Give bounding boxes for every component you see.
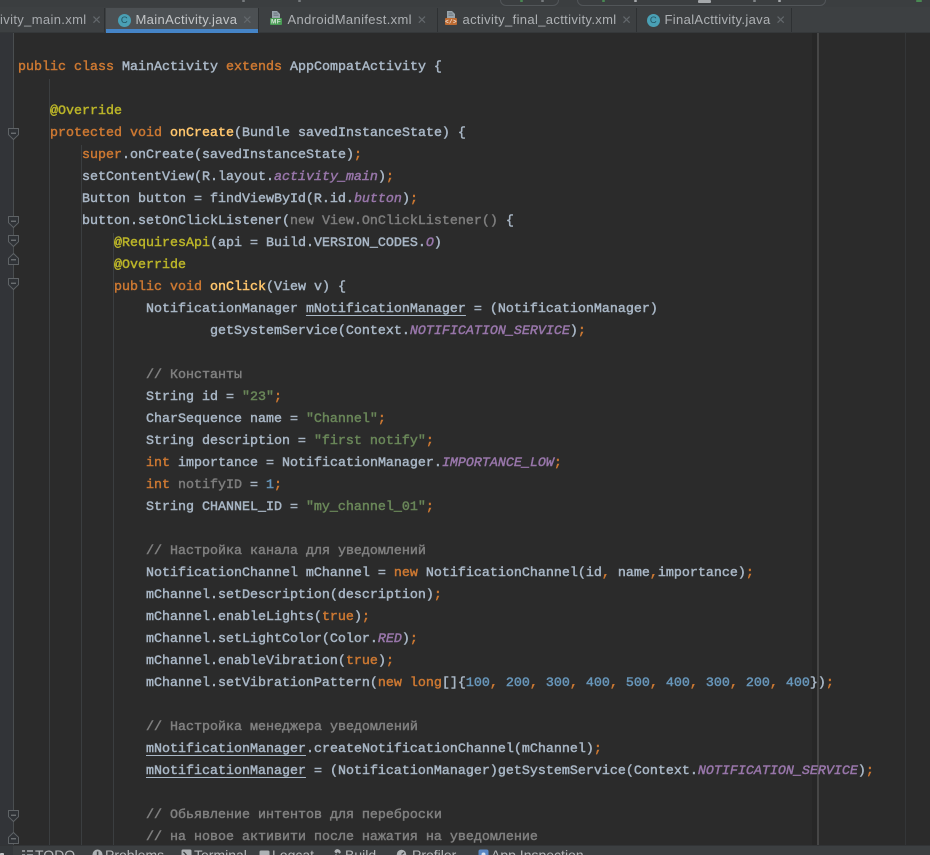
svg-text:</>: </> — [445, 18, 457, 25]
svg-text:MF: MF — [271, 19, 281, 26]
